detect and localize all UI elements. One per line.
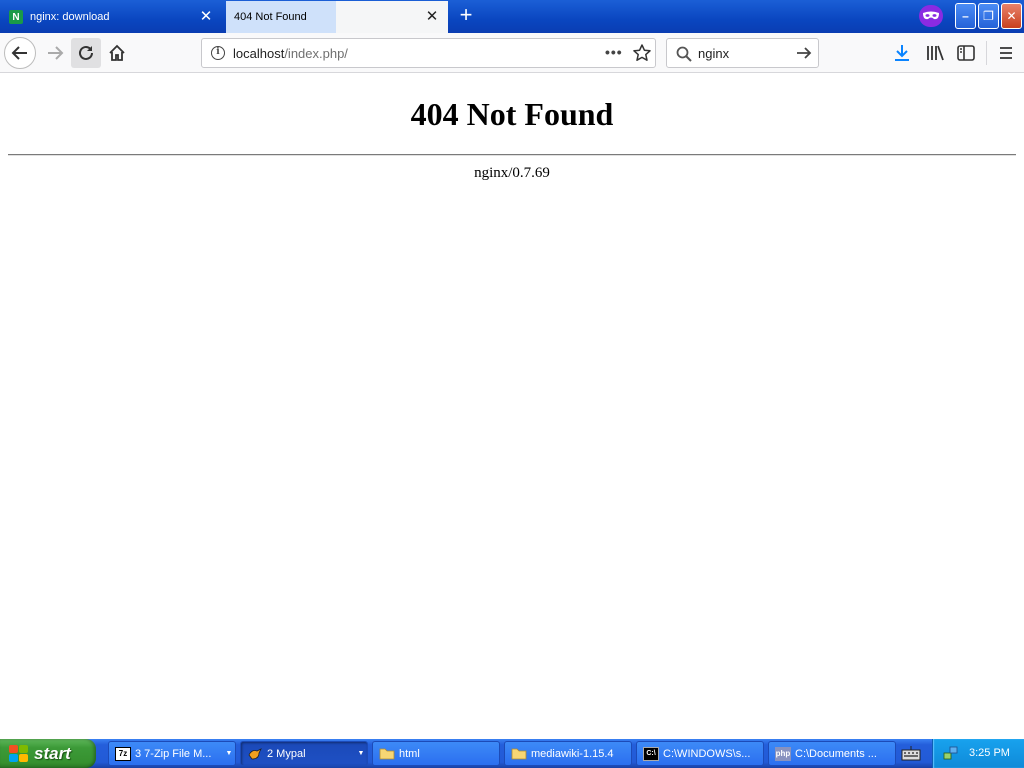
url-host: localhost bbox=[233, 46, 285, 61]
go-arrow-icon[interactable] bbox=[795, 44, 813, 62]
library-icon[interactable] bbox=[925, 43, 945, 63]
star-icon[interactable] bbox=[632, 43, 652, 63]
url-text[interactable]: localhost/index.php/ bbox=[233, 46, 348, 61]
close-tab-icon[interactable]: ✕ bbox=[424, 9, 440, 25]
chevron-down-icon: ▼ bbox=[225, 750, 233, 757]
close-tab-icon[interactable]: ✕ bbox=[198, 9, 214, 25]
task-label: 2 Mypal bbox=[267, 747, 306, 760]
url-path: /index.php/ bbox=[284, 46, 348, 61]
reload-button[interactable] bbox=[71, 38, 101, 68]
start-label: start bbox=[34, 743, 71, 763]
server-signature: nginx/0.7.69 bbox=[474, 165, 550, 181]
network-icon[interactable] bbox=[943, 745, 959, 761]
start-button[interactable]: start bbox=[0, 739, 96, 768]
info-icon[interactable]: i bbox=[211, 46, 225, 60]
taskbar: start 7z 3 7-Zip File M... ▼ 2 Mypal ▼ h… bbox=[0, 739, 1024, 768]
taskbar-item-7zip[interactable]: 7z 3 7-Zip File M... ▼ bbox=[108, 741, 236, 766]
command-prompt-icon: C:\ bbox=[643, 746, 659, 761]
folder-icon bbox=[379, 747, 395, 761]
tab-strip: N nginx: download ✕ 404 Not Found ✕ + – … bbox=[0, 0, 1024, 33]
clock: 3:25 PM bbox=[969, 747, 1010, 759]
taskbar-item-php[interactable]: php C:\Documents ... bbox=[768, 741, 896, 766]
7zip-icon: 7z bbox=[115, 746, 131, 761]
search-icon bbox=[676, 46, 692, 62]
system-tray: 3:25 PM bbox=[932, 739, 1024, 768]
tab-nginx-download[interactable]: N nginx: download ✕ bbox=[0, 1, 222, 33]
taskbar-item-mypal[interactable]: 2 Mypal ▼ bbox=[240, 741, 368, 766]
tab-404-not-found[interactable]: 404 Not Found ✕ bbox=[226, 1, 448, 33]
home-icon bbox=[109, 44, 125, 61]
taskbar-item-html-folder[interactable]: html bbox=[372, 741, 500, 766]
task-label: 3 7-Zip File M... bbox=[135, 747, 212, 760]
chevron-down-icon: ▼ bbox=[357, 750, 365, 757]
php-icon: php bbox=[775, 746, 791, 761]
search-bar[interactable]: nginx bbox=[666, 38, 819, 68]
page-title: 404 Not Found bbox=[410, 96, 614, 132]
toolbar-separator bbox=[986, 41, 987, 65]
new-tab-plus-icon[interactable]: + bbox=[454, 4, 478, 28]
forward-button[interactable] bbox=[40, 38, 70, 68]
tab-title: nginx: download bbox=[30, 11, 110, 23]
page-actions-icon[interactable]: ••• bbox=[605, 44, 623, 60]
windows-logo-icon bbox=[9, 744, 29, 763]
search-input[interactable]: nginx bbox=[698, 46, 729, 61]
download-icon[interactable] bbox=[892, 43, 912, 63]
screen: N nginx: download ✕ 404 Not Found ✕ + – … bbox=[0, 0, 1024, 768]
taskbar-item-mediawiki-folder[interactable]: mediawiki-1.15.4 bbox=[504, 741, 632, 766]
minimize-button[interactable]: – bbox=[955, 3, 976, 29]
folder-icon bbox=[511, 747, 527, 761]
back-arrow-icon bbox=[11, 46, 27, 60]
private-mask-icon[interactable] bbox=[919, 5, 943, 27]
menu-icon[interactable] bbox=[996, 43, 1016, 63]
page-content: 404 Not Found nginx/0.7.69 bbox=[0, 74, 1024, 739]
tab-title: 404 Not Found bbox=[234, 11, 307, 23]
url-bar[interactable]: i localhost/index.php/ ••• bbox=[201, 38, 656, 68]
maximize-button[interactable]: ❐ bbox=[978, 3, 999, 29]
task-label: C:\WINDOWS\s... bbox=[663, 747, 751, 760]
nginx-favicon-icon: N bbox=[9, 10, 23, 24]
back-button[interactable] bbox=[4, 37, 36, 69]
task-label: mediawiki-1.15.4 bbox=[531, 747, 614, 760]
task-label: html bbox=[399, 747, 420, 760]
taskbar-item-cmd[interactable]: C:\ C:\WINDOWS\s... bbox=[636, 741, 764, 766]
forward-arrow-icon bbox=[48, 46, 64, 60]
task-label: C:\Documents ... bbox=[795, 747, 877, 760]
divider bbox=[8, 154, 1016, 156]
keyboard-icon[interactable] bbox=[900, 745, 922, 763]
reload-icon bbox=[79, 45, 93, 60]
mypal-bird-icon bbox=[247, 747, 263, 761]
close-window-button[interactable]: ✕ bbox=[1001, 3, 1022, 29]
navigation-toolbar: i localhost/index.php/ ••• nginx bbox=[0, 33, 1024, 73]
sidebar-icon[interactable] bbox=[956, 43, 976, 63]
home-button[interactable] bbox=[102, 38, 132, 68]
